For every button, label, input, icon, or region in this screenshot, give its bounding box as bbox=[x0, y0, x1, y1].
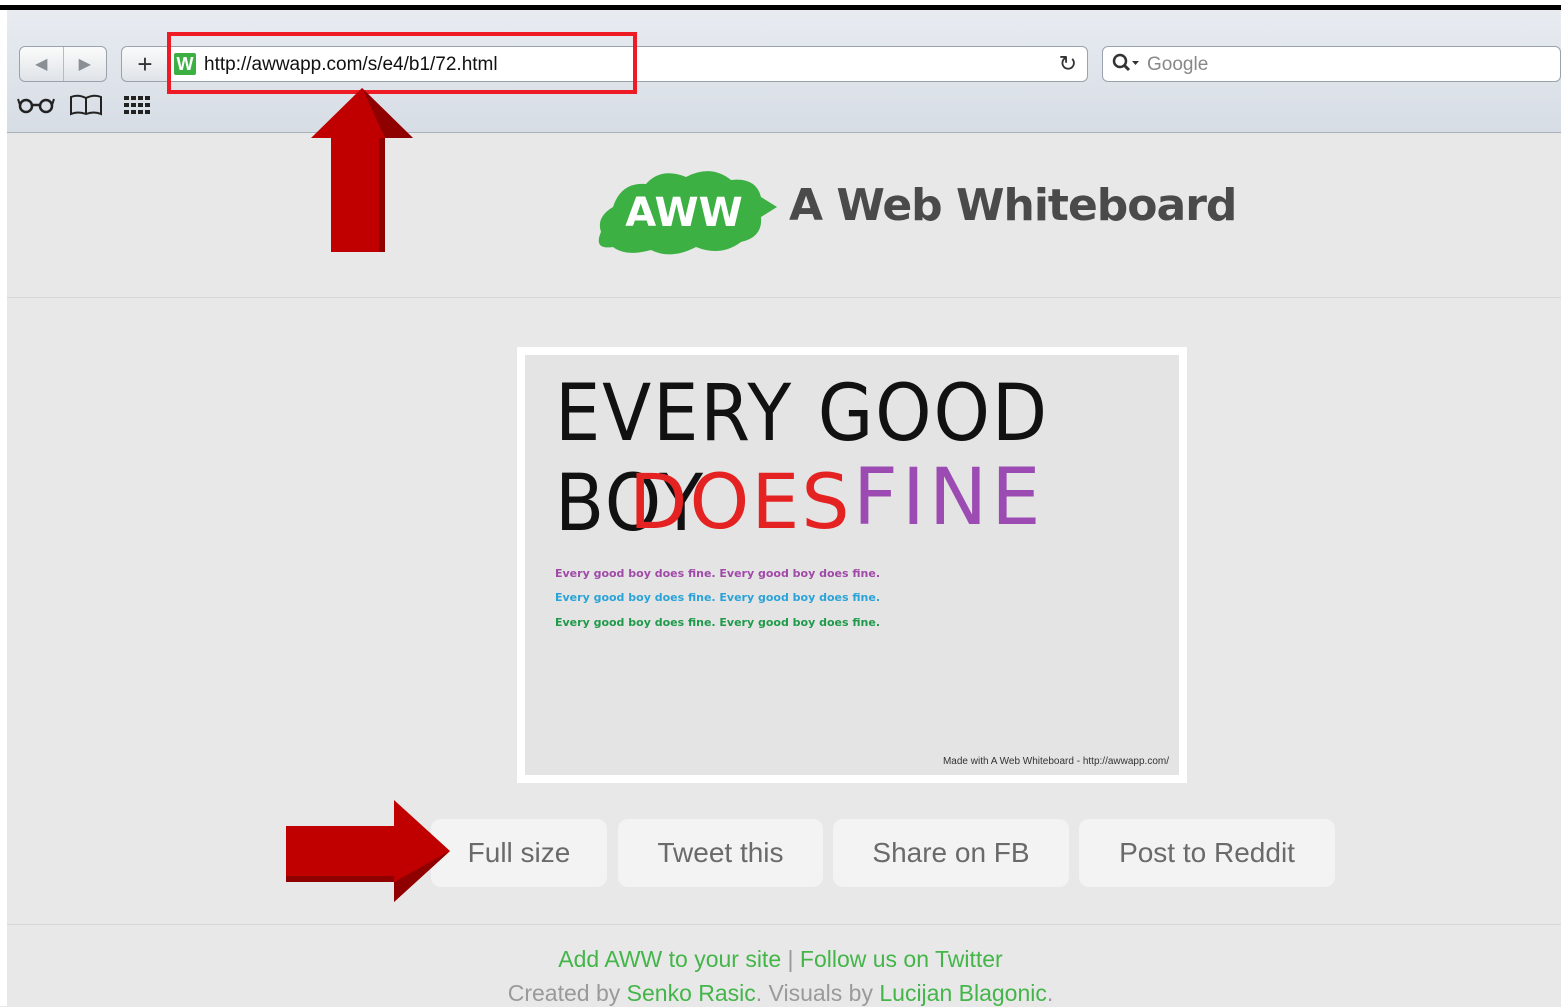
follow-twitter-link[interactable]: Follow us on Twitter bbox=[800, 946, 1003, 972]
footer-divider bbox=[7, 924, 1561, 925]
post-to-reddit-button[interactable]: Post to Reddit bbox=[1079, 819, 1335, 887]
whiteboard-preview[interactable]: EVERY GOOD BOY DOES FINE Every good boy … bbox=[517, 347, 1187, 783]
board-word-fine: FINE bbox=[853, 453, 1045, 543]
bookmarks-book-icon[interactable] bbox=[69, 94, 103, 122]
search-icon bbox=[1111, 51, 1141, 81]
visuals-by-text: . Visuals by bbox=[755, 980, 880, 1006]
top-sites-grid-icon[interactable] bbox=[123, 94, 151, 122]
board-watermark: Made with A Web Whiteboard - http://awwa… bbox=[942, 756, 1169, 767]
board-small-line-2: Every good boy does fine. Every good boy… bbox=[555, 591, 880, 604]
author-link-2[interactable]: Lucijan Blagonic bbox=[879, 980, 1047, 1006]
forward-arrow-icon: ▶ bbox=[78, 56, 91, 73]
action-buttons: Full size Tweet this Share on FB Post to… bbox=[0, 819, 1561, 889]
author-link-1[interactable]: Senko Rasic bbox=[627, 980, 756, 1006]
url-highlight-box bbox=[167, 32, 637, 94]
logo-mark-text: AWW bbox=[625, 190, 742, 236]
footer-separator: | bbox=[781, 946, 800, 972]
add-aww-link[interactable]: Add AWW to your site bbox=[558, 946, 781, 972]
aww-logo-icon[interactable]: AWW bbox=[591, 162, 777, 260]
plus-icon: + bbox=[137, 48, 153, 79]
search-field[interactable]: Google bbox=[1102, 46, 1561, 82]
whiteboard-canvas: EVERY GOOD BOY DOES FINE Every good boy … bbox=[525, 355, 1179, 775]
page-header: AWW A Web Whiteboard bbox=[7, 132, 1561, 298]
board-small-line-3: Every good boy does fine. Every good boy… bbox=[555, 616, 880, 629]
share-on-fb-button[interactable]: Share on FB bbox=[833, 819, 1069, 887]
board-word-does: DOES bbox=[629, 457, 852, 546]
footer-period: . bbox=[1046, 980, 1054, 1006]
forward-button[interactable]: ▶ bbox=[62, 47, 107, 81]
board-small-line-1: Every good boy does fine. Every good boy… bbox=[555, 567, 880, 580]
logo-title: A Web Whiteboard bbox=[789, 180, 1237, 231]
new-tab-button[interactable]: + bbox=[121, 46, 168, 82]
full-size-button[interactable]: Full size bbox=[431, 819, 607, 887]
back-arrow-icon: ◀ bbox=[35, 56, 48, 73]
footer-credits: Created by Senko Rasic. Visuals by Lucij… bbox=[0, 980, 1561, 1007]
created-by-text: Created by bbox=[507, 980, 627, 1006]
red-right-arrow-annotation bbox=[286, 798, 452, 904]
red-up-arrow-annotation bbox=[309, 88, 415, 252]
footer-links: Add AWW to your site | Follow us on Twit… bbox=[0, 946, 1561, 973]
reading-list-icon[interactable] bbox=[17, 94, 55, 120]
tweet-this-button[interactable]: Tweet this bbox=[618, 819, 823, 887]
back-button[interactable]: ◀ bbox=[20, 47, 63, 81]
search-placeholder: Google bbox=[1147, 54, 1209, 75]
reload-icon[interactable]: ↻ bbox=[1059, 51, 1077, 77]
nav-button-group: ◀ ▶ bbox=[19, 46, 107, 82]
